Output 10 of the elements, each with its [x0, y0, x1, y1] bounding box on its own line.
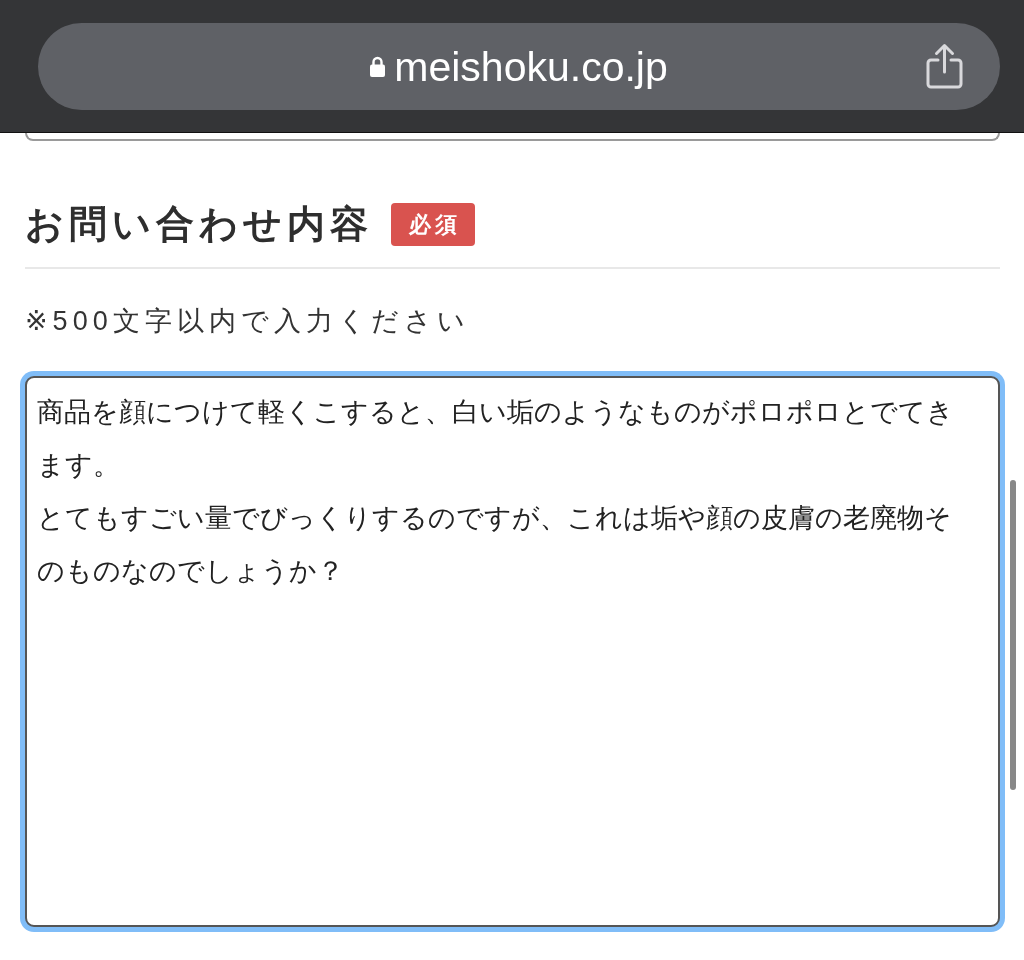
- url-text: meishoku.co.jp: [394, 42, 668, 91]
- address-bar[interactable]: meishoku.co.jp: [38, 23, 1000, 110]
- character-limit-note: ※500文字以内で入力ください: [25, 305, 470, 338]
- message-text: とてもすごい量でびっくりするのですが、これは垢や顔の皮膚の老廃物そのものなのでしょうか？: [37, 502, 953, 588]
- share-button[interactable]: [925, 43, 964, 90]
- section-heading: お問い合わせ内容: [25, 203, 373, 246]
- input-field[interactable]: [25, 132, 1000, 141]
- required-badge: 必須: [391, 203, 475, 246]
- message-text: 商品を顔につけて軽くこすると、白い垢のようなものがポロポロとでてきます。: [37, 396, 955, 482]
- share-icon: [925, 43, 964, 90]
